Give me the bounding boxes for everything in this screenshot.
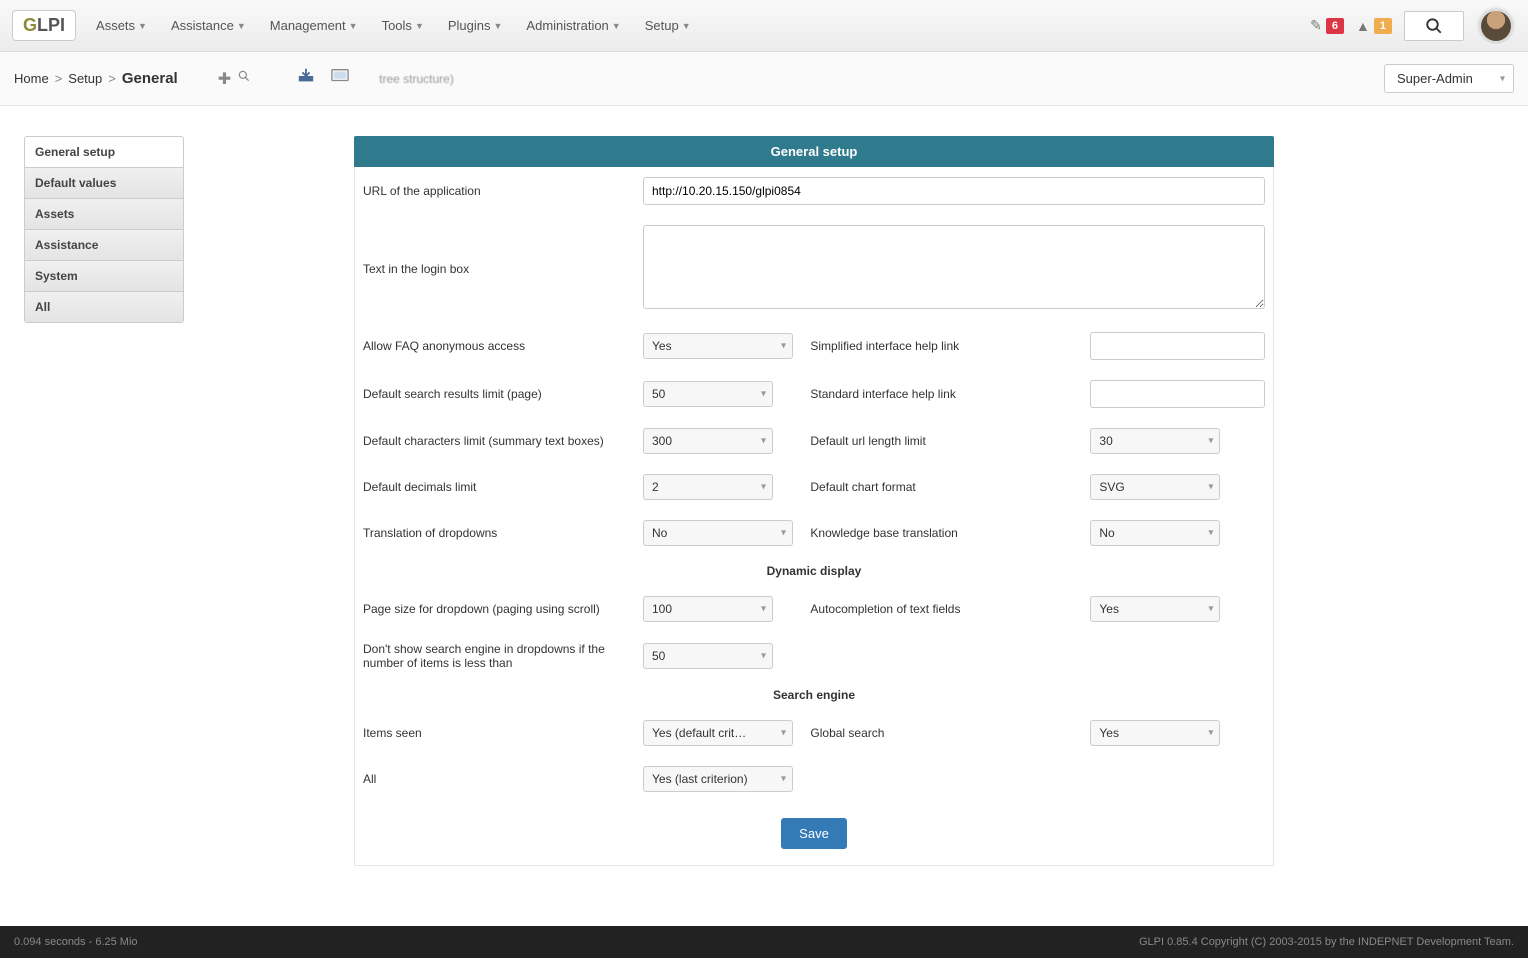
main-content: General setup Default values Assets Assi… bbox=[0, 106, 1528, 886]
url-label: URL of the application bbox=[355, 167, 635, 215]
warnings-badge-group[interactable]: ▲ 1 bbox=[1356, 18, 1392, 34]
section-search-engine: Search engine bbox=[355, 680, 1273, 710]
warnings-count-badge: 1 bbox=[1374, 18, 1392, 34]
breadcrumb-bar: Home > Setup > General ✚ tree structure)… bbox=[0, 52, 1528, 106]
import-icon[interactable] bbox=[297, 68, 315, 89]
footer-stats: 0.094 seconds - 6.25 Mio bbox=[14, 936, 138, 948]
tree-structure-text: tree structure) bbox=[379, 72, 454, 86]
autocomp-select[interactable]: Yes bbox=[1090, 596, 1220, 622]
add-icon[interactable]: ✚ bbox=[218, 69, 231, 89]
nav-assets[interactable]: Assets▼ bbox=[96, 18, 147, 33]
decimals-label: Default decimals limit bbox=[355, 464, 635, 510]
display-icon[interactable] bbox=[331, 68, 349, 89]
decimals-select[interactable]: 2 bbox=[643, 474, 773, 500]
settings-form: URL of the application Text in the login… bbox=[355, 167, 1273, 865]
settings-panel: General setup URL of the application Tex… bbox=[354, 136, 1274, 866]
footer: 0.094 seconds - 6.25 Mio GLPI 0.85.4 Cop… bbox=[0, 926, 1528, 958]
chevron-down-icon: ▼ bbox=[349, 21, 358, 31]
autocomp-label: Autocompletion of text fields bbox=[802, 586, 1082, 632]
page-size-label: Page size for dropdown (paging using scr… bbox=[355, 586, 635, 632]
ticket-icon: ✎ bbox=[1310, 17, 1322, 34]
breadcrumb-sep: > bbox=[108, 71, 116, 86]
simple-help-input[interactable] bbox=[1090, 332, 1265, 360]
all-select[interactable]: Yes (last criterion) bbox=[643, 766, 793, 792]
items-seen-select[interactable]: Yes (default crit… bbox=[643, 720, 793, 746]
url-input[interactable] bbox=[643, 177, 1265, 205]
chevron-down-icon: ▼ bbox=[682, 21, 691, 31]
nav-assistance[interactable]: Assistance▼ bbox=[171, 18, 246, 33]
breadcrumb-current: General bbox=[122, 70, 178, 87]
faq-select[interactable]: Yes bbox=[643, 333, 793, 359]
section-dynamic-display: Dynamic display bbox=[355, 556, 1273, 586]
search-icon bbox=[1425, 17, 1443, 35]
nav-administration[interactable]: Administration▼ bbox=[526, 18, 620, 33]
std-help-label: Standard interface help link bbox=[802, 370, 1082, 418]
breadcrumb: Home > Setup > General bbox=[14, 70, 178, 87]
warning-icon: ▲ bbox=[1356, 18, 1370, 34]
user-avatar[interactable] bbox=[1476, 6, 1516, 46]
panel-title: General setup bbox=[354, 136, 1274, 167]
footer-copyright: GLPI 0.85.4 Copyright (C) 2003-2015 by t… bbox=[1139, 936, 1514, 948]
tab-all[interactable]: All bbox=[25, 292, 183, 322]
search-limit-select[interactable]: 50 bbox=[643, 381, 773, 407]
nav-plugins[interactable]: Plugins▼ bbox=[448, 18, 503, 33]
char-limit-label: Default characters limit (summary text b… bbox=[355, 418, 635, 464]
nav-setup[interactable]: Setup▼ bbox=[645, 18, 691, 33]
profile-select-value[interactable]: Super-Admin bbox=[1384, 64, 1514, 93]
top-right: ✎ 6 ▲ 1 bbox=[1310, 6, 1516, 46]
chevron-down-icon: ▼ bbox=[138, 21, 147, 31]
nav-items: Assets▼ Assistance▼ Management▼ Tools▼ P… bbox=[96, 18, 1310, 33]
kb-trans-select[interactable]: No bbox=[1090, 520, 1220, 546]
tab-default-values[interactable]: Default values bbox=[25, 168, 183, 199]
breadcrumb-sep: > bbox=[55, 71, 63, 86]
char-limit-select[interactable]: 300 bbox=[643, 428, 773, 454]
std-help-input[interactable] bbox=[1090, 380, 1265, 408]
global-search-label: Global search bbox=[802, 710, 1082, 756]
all-label: All bbox=[355, 756, 635, 802]
chevron-down-icon: ▼ bbox=[612, 21, 621, 31]
url-len-select[interactable]: 30 bbox=[1090, 428, 1220, 454]
login-text-label: Text in the login box bbox=[355, 215, 635, 322]
trans-dd-select[interactable]: No bbox=[643, 520, 793, 546]
kb-trans-label: Knowledge base translation bbox=[802, 510, 1082, 556]
breadcrumb-actions: ✚ bbox=[218, 68, 349, 89]
profile-selector[interactable]: Super-Admin bbox=[1384, 64, 1514, 93]
simple-help-label: Simplified interface help link bbox=[802, 322, 1082, 370]
page-size-select[interactable]: 100 bbox=[643, 596, 773, 622]
chart-fmt-label: Default chart format bbox=[802, 464, 1082, 510]
chart-fmt-select[interactable]: SVG bbox=[1090, 474, 1220, 500]
global-search-button[interactable] bbox=[1404, 11, 1464, 41]
nav-management[interactable]: Management▼ bbox=[270, 18, 358, 33]
tab-assistance[interactable]: Assistance bbox=[25, 230, 183, 261]
search-small-icon[interactable] bbox=[237, 69, 251, 88]
tab-system[interactable]: System bbox=[25, 261, 183, 292]
chevron-down-icon: ▼ bbox=[237, 21, 246, 31]
tickets-count-badge: 6 bbox=[1326, 18, 1344, 34]
items-seen-label: Items seen bbox=[355, 710, 635, 756]
no-search-label: Don't show search engine in dropdowns if… bbox=[355, 632, 635, 680]
faq-label: Allow FAQ anonymous access bbox=[355, 322, 635, 370]
breadcrumb-setup[interactable]: Setup bbox=[68, 71, 102, 86]
login-text-input[interactable] bbox=[643, 225, 1265, 309]
tickets-badge-group[interactable]: ✎ 6 bbox=[1310, 17, 1344, 34]
global-search-select[interactable]: Yes bbox=[1090, 720, 1220, 746]
chevron-down-icon: ▼ bbox=[494, 21, 503, 31]
logo[interactable]: GLPI bbox=[12, 10, 76, 41]
trans-dd-label: Translation of dropdowns bbox=[355, 510, 635, 556]
tab-assets[interactable]: Assets bbox=[25, 199, 183, 230]
top-nav: GLPI Assets▼ Assistance▼ Management▼ Too… bbox=[0, 0, 1528, 52]
breadcrumb-home[interactable]: Home bbox=[14, 71, 49, 86]
no-search-select[interactable]: 50 bbox=[643, 643, 773, 669]
sidebar-tabs: General setup Default values Assets Assi… bbox=[24, 136, 184, 323]
nav-tools[interactable]: Tools▼ bbox=[382, 18, 424, 33]
search-limit-label: Default search results limit (page) bbox=[355, 370, 635, 418]
chevron-down-icon: ▼ bbox=[415, 21, 424, 31]
url-len-label: Default url length limit bbox=[802, 418, 1082, 464]
tab-general-setup[interactable]: General setup bbox=[25, 137, 183, 168]
